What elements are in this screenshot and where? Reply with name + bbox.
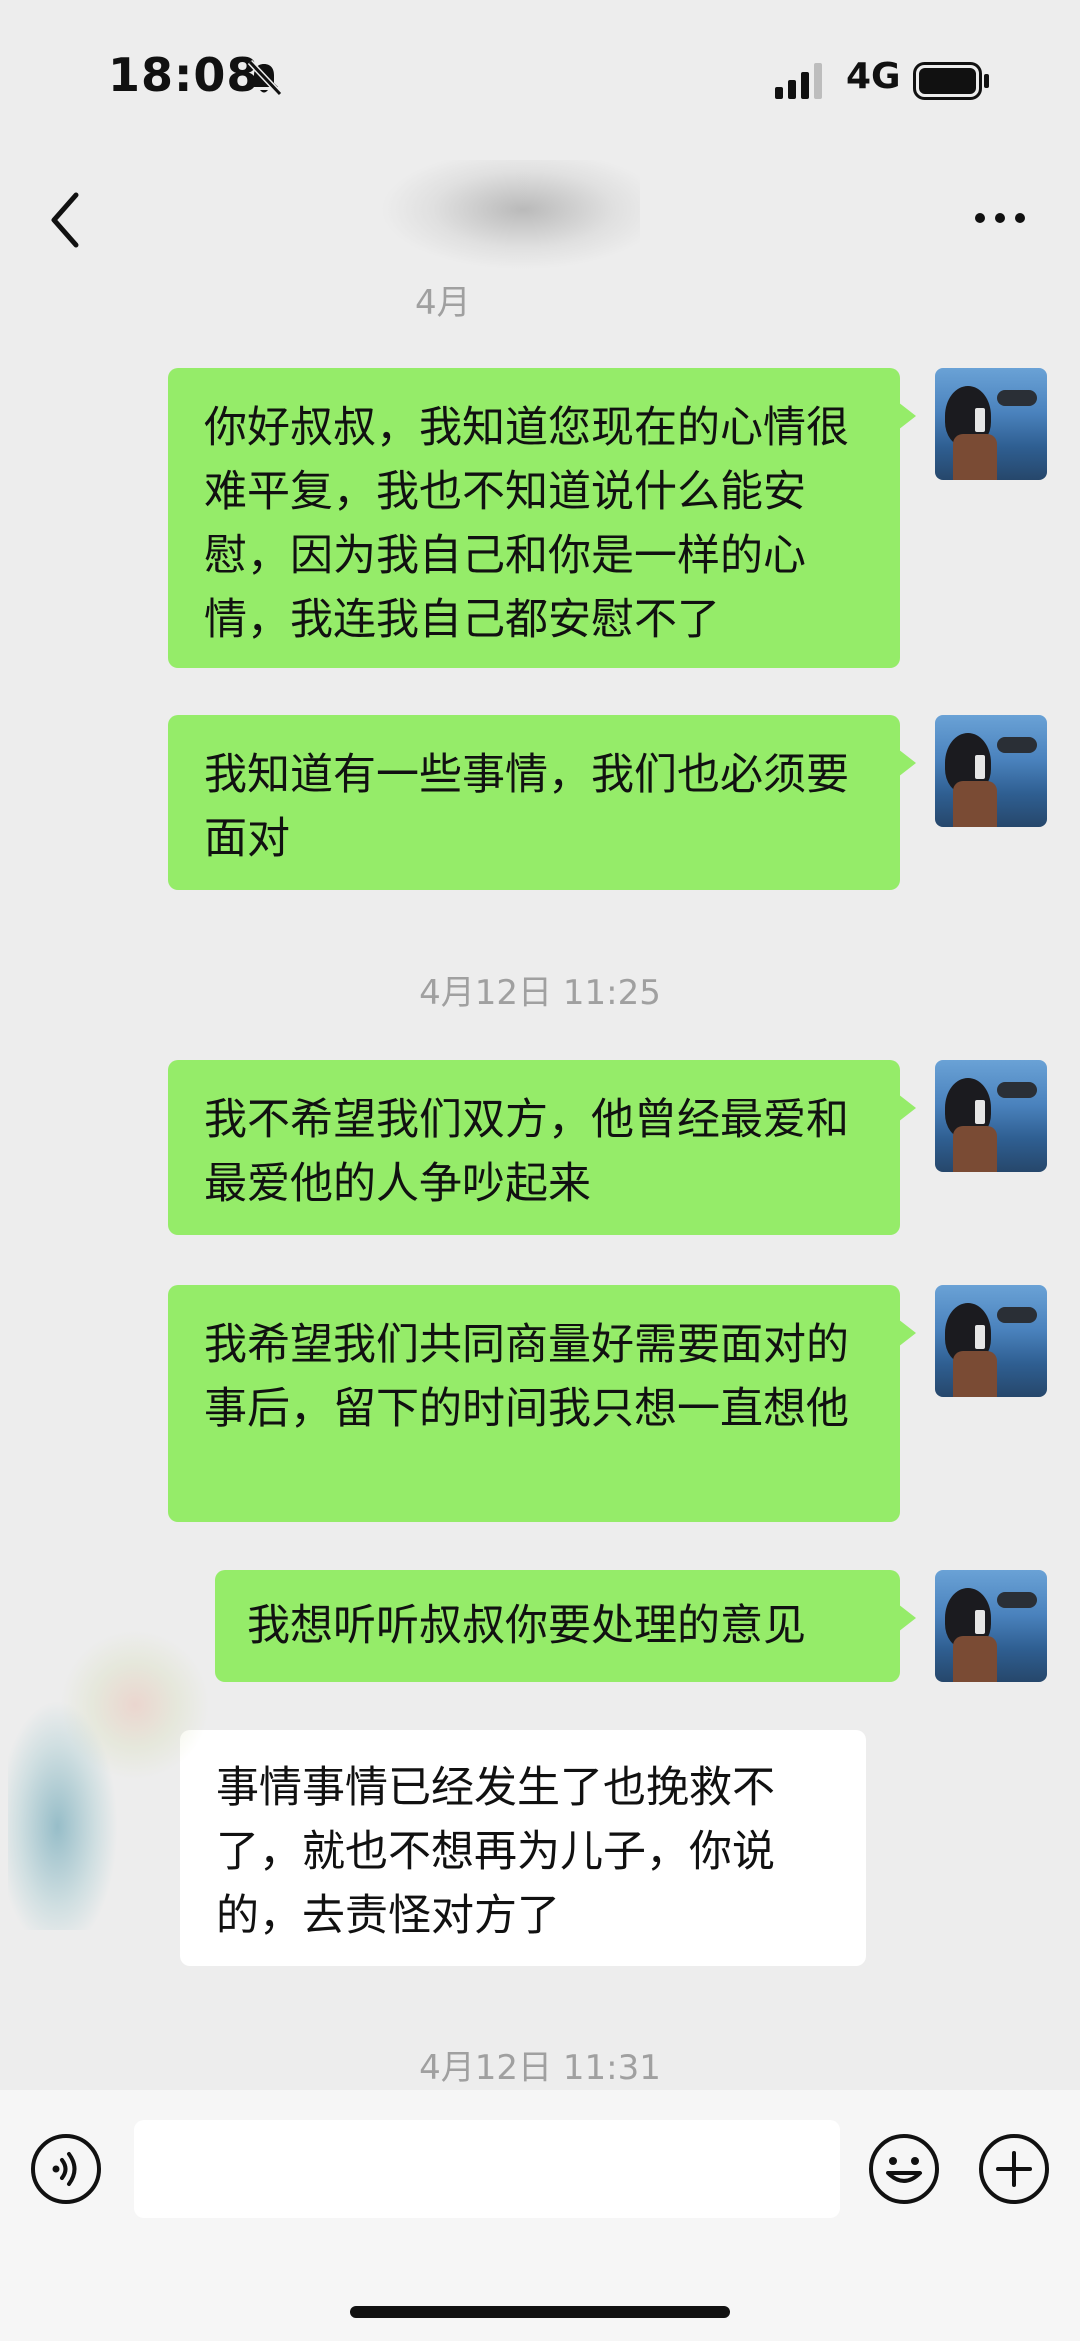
more-dots-icon[interactable] (970, 198, 1030, 238)
status-time: 18:08 (108, 48, 260, 102)
battery-icon (913, 62, 989, 100)
signal-icon (775, 63, 822, 99)
avatar[interactable] (935, 368, 1047, 480)
input-bar (0, 2090, 1080, 2341)
timestamp: 4月12日 11:31 (419, 2048, 661, 2088)
avatar[interactable] (935, 715, 1047, 827)
home-indicator (350, 2306, 730, 2318)
outgoing-message[interactable]: 你好叔叔，我知道您现在的心情很难平复，我也不知道说什么能安慰，因为我自己和你是一… (168, 368, 916, 668)
nav-bar (0, 160, 1080, 290)
avatar[interactable] (935, 1060, 1047, 1172)
outgoing-message[interactable]: 我知道有一些事情，我们也必须要面对 (168, 715, 916, 890)
avatar[interactable] (935, 1570, 1047, 1682)
plus-icon[interactable] (978, 2133, 1050, 2205)
outgoing-message[interactable]: 我希望我们共同商量好需要面对的事后，留下的时间我只想一直想他 (168, 1285, 916, 1522)
timestamp: 4月12日 11:25 (419, 973, 661, 1013)
blurred-avatar-smudge (8, 1700, 118, 1930)
avatar[interactable] (935, 1285, 1047, 1397)
chevron-left-icon[interactable] (40, 185, 90, 255)
status-bar: 18:08 4G (0, 0, 1080, 160)
contact-name-blurred (380, 160, 640, 270)
outgoing-message[interactable]: 我想听听叔叔你要处理的意见 (215, 1570, 916, 1682)
network-type: 4G (846, 56, 901, 97)
voice-icon[interactable] (30, 2133, 102, 2205)
emoji-icon[interactable] (868, 2133, 940, 2205)
timestamp-partial: 4月 (415, 283, 471, 323)
message-input[interactable] (134, 2120, 840, 2218)
mute-bell-icon (247, 59, 283, 97)
outgoing-message[interactable]: 我不希望我们双方，他曾经最爱和最爱他的人争吵起来 (168, 1060, 916, 1235)
incoming-message[interactable]: 事情事情已经发生了也挽救不了，就也不想再为儿子，你说的，去责怪对方了 (180, 1730, 866, 1966)
